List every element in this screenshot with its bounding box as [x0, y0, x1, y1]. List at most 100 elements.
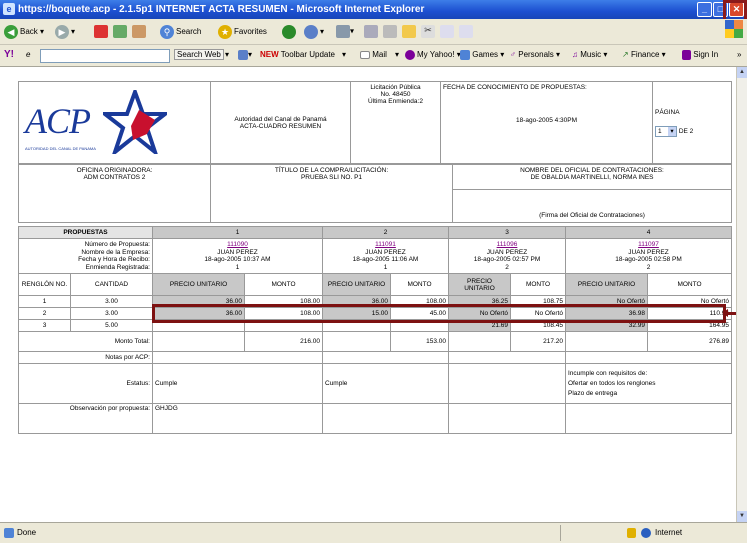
forward-button[interactable]: ▶ ▾ [55, 25, 75, 39]
yahoo-toolbar: Y! e Search Web ▾ ▾ NEW Toolbar Update ▾… [0, 45, 747, 67]
page-icon [4, 528, 14, 538]
vertical-scrollbar[interactable]: ▲ ▼ [736, 67, 747, 522]
title-bar: e https://boquete.acp - 2.1.5p1 INTERNET… [0, 0, 747, 19]
proposal-link-3[interactable]: 111096 [497, 241, 518, 248]
sign-in-button[interactable]: Sign In [682, 50, 718, 60]
scroll-up-icon[interactable]: ▲ [737, 67, 747, 78]
scroll-down-icon[interactable]: ▼ [737, 511, 747, 522]
personals-link[interactable]: ♂ Personals ▾ [510, 50, 560, 59]
media-button[interactable] [282, 25, 298, 39]
envelope-icon [360, 50, 370, 59]
home-icon [132, 25, 146, 38]
proposals-table: PROPUESTAS 1 2 3 4 Número de Propuesta: N… [18, 226, 732, 434]
globe-icon [641, 528, 651, 538]
lock-icon [627, 528, 636, 538]
stop-icon [94, 25, 108, 38]
yahoo-logo[interactable]: Y! [4, 49, 14, 60]
minimize-button[interactable]: _ [697, 2, 712, 17]
acp-logo: ACP AUTORIDAD DEL CANAL DE PANAMA [21, 88, 208, 158]
pagina-cell: PÁGINA 1 ▾ DE 2 [652, 81, 732, 164]
status-bar: Done Internet [0, 522, 747, 543]
home-button[interactable] [132, 25, 146, 38]
search-button[interactable]: ⚲ Search [160, 25, 201, 39]
org-cell: Autoridad del Canal de Panamá ACTA-CUADR… [210, 81, 351, 164]
edit-icon [383, 25, 397, 38]
back-arrow-icon: ◀ [4, 25, 18, 39]
proposal-link-2[interactable]: 111091 [375, 241, 396, 248]
refresh-icon [113, 25, 127, 38]
totals-row: Monto Total: 216.00 153.00 217.20 276.89 [18, 331, 732, 352]
paste-button[interactable] [459, 25, 473, 38]
acta-document: ACP AUTORIDAD DEL CANAL DE PANAMA Autori… [18, 81, 732, 434]
forward-arrow-icon: ▶ [55, 25, 69, 39]
window-title: https://boquete.acp - 2.1.5p1 INTERNET A… [18, 4, 425, 15]
mail-button[interactable]: ▾ [336, 25, 354, 38]
proposal-link-1[interactable]: 111090 [227, 241, 248, 248]
folder-icon [402, 25, 416, 38]
pencil-icon[interactable]: e [26, 50, 30, 59]
pointer-arrow-icon [722, 309, 736, 317]
mail-icon [336, 25, 350, 38]
toolbar-overflow[interactable]: » [737, 50, 741, 59]
printer-icon [364, 25, 378, 38]
history-button[interactable]: ▾ [304, 25, 324, 39]
page-viewport: ACP AUTORIDAD DEL CANAL DE PANAMA Autori… [0, 67, 736, 522]
scissors-icon: ✂ [421, 25, 435, 38]
stop-button[interactable] [94, 25, 108, 38]
toolbar-update-button[interactable]: NEW Toolbar Update [260, 50, 335, 59]
oficina-cell: OFICINA ORIGINADORA: ADM CONTRATOS 2 [18, 164, 211, 223]
copy-icon [440, 25, 454, 38]
navigation-toolbar: ◀ Back ▾ ▶ ▾ ⚲ Search ★ Favorites ▾ ▾ ✂ [0, 19, 747, 45]
sign-in-icon [682, 50, 691, 60]
copy-button[interactable] [440, 25, 454, 38]
search-dropdown[interactable]: ▾ [225, 50, 229, 59]
fecha-cell: FECHA DE CONOCIMIENTO DE PROPUESTAS: 18-… [440, 81, 653, 164]
estatus-row: Estatus: Cumple Cumple Incumple con requ… [18, 363, 732, 404]
titulo-cell: TÍTULO DE LA COMPRA/LICITACIÓN: PRUEBA SL… [210, 164, 453, 223]
licitacion-cell: Licitación Pública No. 48450 Última Enmi… [350, 81, 441, 164]
windows-logo-icon [725, 20, 743, 38]
proposal-link-4[interactable]: 111097 [638, 241, 659, 248]
favorites-button[interactable]: ★ Favorites [218, 25, 267, 39]
print-button[interactable] [364, 25, 378, 38]
search-web-input[interactable] [40, 49, 170, 63]
games-icon [460, 50, 470, 60]
finance-icon: ↗ [622, 50, 629, 59]
mail-link[interactable]: Mail [360, 50, 387, 59]
pagina-select[interactable]: 1 ▾ [655, 125, 677, 137]
my-yahoo-link[interactable]: My Yahoo! ▾ [405, 50, 461, 60]
star-logo-icon [103, 89, 167, 154]
history-icon [304, 25, 318, 39]
header-table: ACP AUTORIDAD DEL CANAL DE PANAMA Autori… [18, 81, 732, 164]
finance-link[interactable]: ↗ Finance ▾ [622, 50, 666, 59]
oficial-cell: NOMBRE DEL OFICIAL DE CONTRATACIONES: DE … [452, 164, 732, 223]
chevron-down-icon: ▾ [668, 126, 676, 136]
info-table: OFICINA ORIGINADORA: ADM CONTRATOS 2 TÍTU… [18, 164, 732, 223]
refresh-button[interactable] [113, 25, 127, 38]
folder-button[interactable] [402, 25, 416, 38]
zone-text: Internet [655, 528, 683, 537]
games-link[interactable]: Games ▾ [460, 50, 504, 60]
search-icon: ⚲ [160, 25, 174, 39]
music-icon: ♫ [572, 50, 578, 59]
ie-icon: e [3, 3, 15, 15]
notas-row: Notas por ACP: [18, 351, 732, 364]
toolbar-menu-button[interactable]: ▾ [238, 50, 252, 60]
sep-dropdown[interactable]: ▾ [342, 50, 346, 59]
back-button[interactable]: ◀ Back ▾ [4, 25, 44, 39]
menu-icon [238, 50, 248, 60]
paste-icon [459, 25, 473, 38]
star-icon: ★ [218, 25, 232, 39]
proposal-info-row: Número de Propuesta: Nombre de la Empresa… [18, 238, 732, 274]
music-link[interactable]: ♫ Music ▾ [572, 50, 607, 59]
status-text: Done [17, 528, 37, 537]
search-web-button[interactable]: Search Web [174, 49, 224, 60]
edit-button[interactable] [383, 25, 397, 38]
media-icon [282, 25, 296, 39]
acp-logo-cell: ACP AUTORIDAD DEL CANAL DE PANAMA [18, 81, 211, 164]
my-yahoo-icon [405, 50, 415, 60]
cut-button[interactable]: ✂ [421, 25, 435, 38]
observacion-row: Observación por propuesta: GHJDG [18, 403, 732, 434]
personals-icon: ♂ [510, 50, 516, 59]
mail-dropdown[interactable]: ▾ [395, 50, 399, 59]
